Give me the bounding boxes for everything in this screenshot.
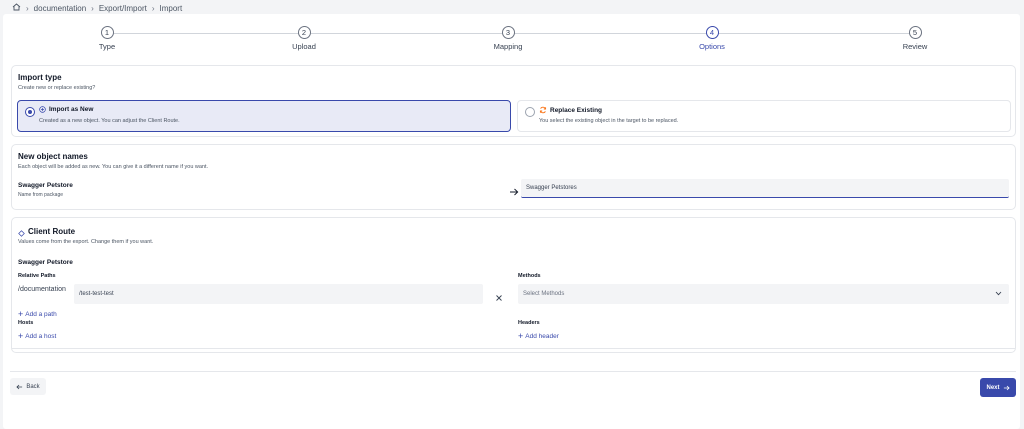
chevron-right-icon: › <box>26 3 29 13</box>
import-as-new-radio[interactable] <box>25 107 35 117</box>
add-header-label: Add header <box>525 332 559 340</box>
back-label: Back <box>26 383 40 390</box>
new-name-input[interactable]: Swagger Petstores <box>521 179 1009 198</box>
names-subtitle: Each object will be added as new. You ca… <box>18 164 209 170</box>
add-host-button[interactable]: + Add a host <box>18 331 57 341</box>
step-number: 4 <box>705 26 719 39</box>
step-upload[interactable]: 2 Upload <box>264 26 344 51</box>
replace-existing-desc: You select the existing object in the ta… <box>539 118 679 124</box>
step-number: 2 <box>297 26 311 39</box>
step-mapping[interactable]: 3 Mapping <box>468 26 548 51</box>
next-label: Next <box>986 384 1000 391</box>
replace-existing-title: Replace Existing <box>539 106 602 114</box>
client-route-title: Client Route <box>28 227 76 236</box>
plus-icon: + <box>518 331 524 341</box>
import-type-panel: Import type Create new or replace existi… <box>11 65 1016 137</box>
client-route-subtitle: Values come from the export. Change them… <box>18 239 154 245</box>
import-as-new-option[interactable]: Import as New Created as a new object. Y… <box>17 100 511 132</box>
step-number: 3 <box>501 26 515 39</box>
client-route-panel: Client Route Values come from the export… <box>11 217 1016 353</box>
arrow-right-icon <box>1003 385 1010 390</box>
route-object-name: Swagger Petstore <box>18 259 73 266</box>
add-path-label: Add a path <box>25 310 57 318</box>
step-options[interactable]: 4 Options <box>672 26 752 51</box>
close-icon[interactable] <box>495 289 503 307</box>
methods-placeholder: Select Methods <box>523 291 565 297</box>
step-review[interactable]: 5 Review <box>875 26 955 51</box>
footer-divider <box>10 371 1016 372</box>
chevron-right-icon: › <box>91 3 94 13</box>
import-as-new-label: Import as New <box>49 106 94 113</box>
step-number: 1 <box>100 26 114 39</box>
import-type-title: Import type <box>18 73 62 82</box>
step-type[interactable]: 1 Type <box>67 26 147 51</box>
stepper: 1 Type 2 Upload 3 Mapping 4 Options 5 Re… <box>3 26 1020 70</box>
arrow-left-icon <box>16 384 23 389</box>
next-button[interactable]: Next <box>980 378 1016 397</box>
step-label: Mapping <box>493 42 523 51</box>
plus-circle-icon <box>39 106 46 113</box>
names-title: New object names <box>18 152 88 161</box>
new-object-names-panel: New object names Each object will be add… <box>11 144 1016 210</box>
step-label: Upload <box>292 42 316 51</box>
headers-label: Headers <box>518 320 540 326</box>
replace-existing-option[interactable]: Replace Existing You select the existing… <box>517 100 1011 132</box>
import-as-new-title: Import as New <box>39 106 93 113</box>
refresh-icon <box>539 106 547 114</box>
step-label: Review <box>902 42 928 51</box>
replace-existing-radio[interactable] <box>525 107 535 117</box>
methods-label: Methods <box>518 273 541 279</box>
add-host-label: Add a host <box>25 332 57 340</box>
main-content: 1 Type 2 Upload 3 Mapping 4 Options 5 Re… <box>3 14 1020 429</box>
relative-path-value: /test-test-test <box>79 291 114 297</box>
methods-select[interactable]: Select Methods <box>518 284 1009 304</box>
step-number: 5 <box>908 26 922 39</box>
app-window: › documentation › Export/Import › Import… <box>0 0 1024 429</box>
chevron-right-icon: › <box>151 3 155 13</box>
relative-path-input[interactable]: /test-test-test <box>74 284 483 304</box>
breadcrumb: › documentation › Export/Import › Import <box>12 2 182 14</box>
source-name: Swagger Petstore <box>18 182 73 189</box>
home-icon[interactable] <box>12 3 21 13</box>
replace-existing-label: Replace Existing <box>550 106 603 114</box>
add-header-button[interactable]: + Add header <box>518 331 559 341</box>
path-prefix: /documentation <box>18 286 66 293</box>
source-name-sub: Name from package <box>18 192 64 198</box>
import-type-subtitle: Create new or replace existing? <box>18 85 96 91</box>
add-path-button[interactable]: + Add a path <box>18 309 57 319</box>
plus-icon: + <box>18 331 24 341</box>
breadcrumb-item-export-import[interactable]: Export/Import <box>99 4 147 13</box>
step-label: Type <box>98 42 116 51</box>
import-as-new-desc: Created as a new object. You can adjust … <box>39 118 180 124</box>
chevron-down-icon <box>995 291 1002 296</box>
relative-paths-label: Relative Paths <box>18 273 56 279</box>
back-button[interactable]: Back <box>10 378 46 395</box>
breadcrumb-item-import: Import <box>159 3 183 13</box>
plus-icon: + <box>18 309 24 319</box>
panel-divider <box>12 348 1015 349</box>
step-label: Options <box>699 42 725 51</box>
arrow-right-icon <box>509 183 519 201</box>
breadcrumb-item-documentation[interactable]: documentation <box>34 4 86 13</box>
hosts-label: Hosts <box>18 320 34 326</box>
new-name-value: Swagger Petstores <box>526 185 577 191</box>
